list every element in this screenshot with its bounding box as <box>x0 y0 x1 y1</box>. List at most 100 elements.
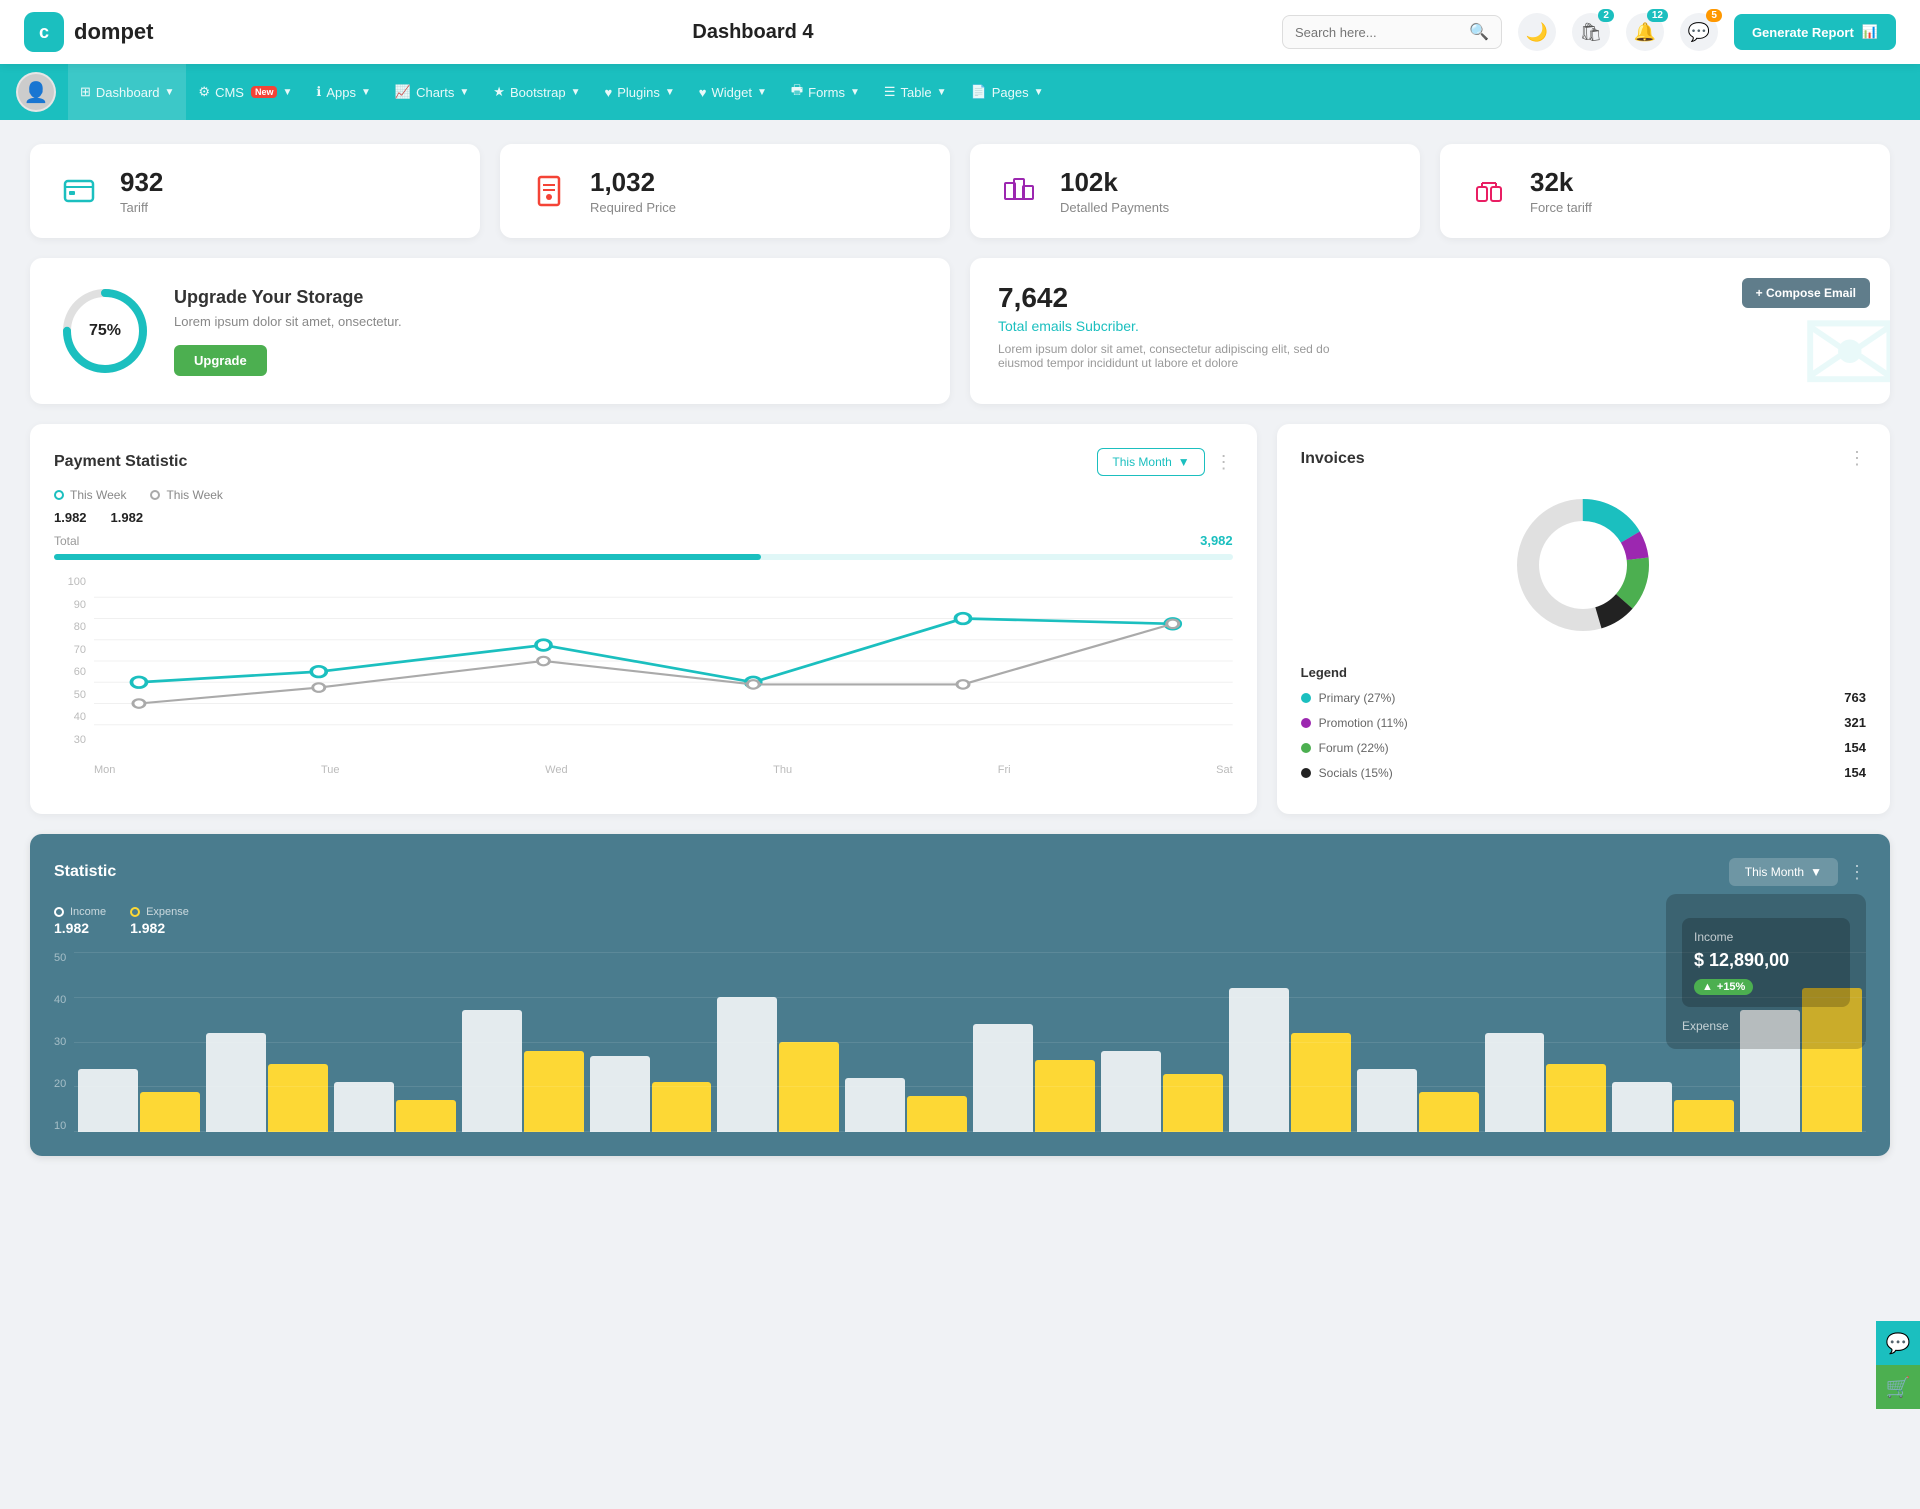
income-change-value: +15% <box>1717 981 1745 993</box>
detailed-payments-value: 102k <box>1060 167 1169 198</box>
cms-new-badge: New <box>251 86 278 98</box>
income-change-badge: ▲ +15% <box>1694 979 1753 995</box>
nav-item-apps[interactable]: ℹ Apps ▼ <box>304 64 383 120</box>
bar-yellow <box>779 1042 839 1132</box>
payment-this-month-button[interactable]: This Month ▼ <box>1097 448 1204 476</box>
float-chat-button[interactable]: 💬 <box>1876 1321 1920 1365</box>
page-title: Dashboard 4 <box>224 21 1282 44</box>
search-input[interactable] <box>1295 25 1461 40</box>
bar-white <box>717 997 777 1132</box>
payment-month-label: This Month <box>1112 455 1171 469</box>
bar-yellow <box>907 1096 967 1132</box>
nav-bar: 👤 ⊞ Dashboard ▼ ⚙ CMS New ▼ ℹ Apps ▼ 📈 C… <box>0 64 1920 120</box>
nav-item-bootstrap[interactable]: ★ Bootstrap ▼ <box>481 64 592 120</box>
income-box: Income $ 12,890,00 ▲ +15% <box>1682 918 1850 1007</box>
payment-options-icon[interactable]: ⋮ <box>1215 452 1233 473</box>
payment-progress-bar <box>54 554 1233 560</box>
shop-badge: 2 <box>1598 9 1614 22</box>
nav-item-plugins[interactable]: ♥ Plugins ▼ <box>593 64 687 120</box>
cms-icon: ⚙ <box>198 84 210 100</box>
forms-arrow-icon: ▼ <box>850 87 860 98</box>
socials-label: Socials (15%) <box>1319 766 1393 780</box>
email-card: + Compose Email 7,642 Total emails Subcr… <box>970 258 1890 404</box>
table-arrow-icon: ▼ <box>937 87 947 98</box>
logo-icon: c <box>24 12 64 52</box>
invoices-options-icon[interactable]: ⋮ <box>1848 448 1866 469</box>
income-box-label: Income <box>1694 930 1838 944</box>
bar-white <box>334 1082 394 1132</box>
statistic-bars-container <box>74 952 1866 1132</box>
invoices-title: Invoices <box>1301 450 1365 468</box>
storage-title: Upgrade Your Storage <box>174 287 402 308</box>
week1-dot <box>54 490 64 500</box>
force-tariff-value: 32k <box>1530 167 1592 198</box>
apps-icon: ℹ <box>316 84 321 100</box>
bar-yellow <box>652 1082 712 1132</box>
nav-item-cms[interactable]: ⚙ CMS New ▼ <box>186 64 304 120</box>
upgrade-button[interactable]: Upgrade <box>174 345 267 376</box>
invoices-card: Invoices ⋮ Legend <box>1277 424 1890 814</box>
nav-item-forms[interactable]: 🖶 Forms ▼ <box>779 64 872 120</box>
statistic-bars <box>74 952 1866 1132</box>
email-subtitle: Total emails Subcriber. <box>998 318 1862 334</box>
nav-item-dashboard[interactable]: ⊞ Dashboard ▼ <box>68 64 186 120</box>
required-price-icon <box>524 166 574 216</box>
tariff-label: Tariff <box>120 200 163 215</box>
shop-icon-button[interactable]: 🛍 2 <box>1572 13 1610 51</box>
donut-chart <box>1301 485 1866 645</box>
week1-label: This Week <box>70 488 126 502</box>
bar-group <box>334 1082 456 1132</box>
nav-item-pages[interactable]: 📄 Pages ▼ <box>959 64 1056 120</box>
bar-yellow <box>524 1051 584 1132</box>
payment-title: Payment Statistic <box>54 453 187 471</box>
moon-toggle-button[interactable]: 🌙 <box>1518 13 1556 51</box>
expense-legend-label: Expense <box>146 906 189 918</box>
float-cart-button[interactable]: 🛒 <box>1876 1365 1920 1409</box>
stat-card-force-tariff: 32k Force tariff <box>1440 144 1890 238</box>
charts-icon: 📈 <box>395 84 411 100</box>
forms-label: Forms <box>808 85 845 100</box>
nav-item-table[interactable]: ☰ Table ▼ <box>872 64 959 120</box>
payment-card: Payment Statistic This Month ▼ ⋮ This We… <box>30 424 1257 814</box>
forum-count: 154 <box>1844 740 1866 755</box>
chart-row: Payment Statistic This Month ▼ ⋮ This We… <box>30 424 1890 814</box>
bar-yellow <box>1291 1033 1351 1132</box>
notification-badge: 12 <box>1647 9 1668 22</box>
statistic-y-labels: 50 40 30 20 10 <box>54 952 74 1132</box>
week1-value: 1.982 <box>54 510 87 525</box>
bar-yellow <box>1163 1074 1223 1132</box>
nav-item-charts[interactable]: 📈 Charts ▼ <box>383 64 481 120</box>
table-icon: ☰ <box>884 84 896 100</box>
chart-x-labels: Mon Tue Wed Thu Fri Sat <box>94 764 1233 776</box>
required-price-value: 1,032 <box>590 167 676 198</box>
widget-label: Widget <box>711 85 751 100</box>
force-tariff-icon <box>1464 166 1514 216</box>
bar-group <box>717 997 839 1132</box>
generate-report-button[interactable]: Generate Report 📊 <box>1734 14 1896 50</box>
charts-label: Charts <box>416 85 454 100</box>
pages-icon: 📄 <box>971 84 987 100</box>
messages-button[interactable]: 💬 5 <box>1680 13 1718 51</box>
storage-info: Upgrade Your Storage Lorem ipsum dolor s… <box>174 287 402 376</box>
pages-label: Pages <box>992 85 1029 100</box>
logo-area: c dompet <box>24 12 224 52</box>
bar-group <box>590 1056 712 1132</box>
dashboard-label: Dashboard <box>96 85 160 100</box>
stat-card-detailed-payments: 102k Detalled Payments <box>970 144 1420 238</box>
nav-item-widget[interactable]: ♥ Widget ▼ <box>687 64 779 120</box>
search-box[interactable]: 🔍 <box>1282 15 1502 49</box>
middle-row: 75% Upgrade Your Storage Lorem ipsum dol… <box>30 258 1890 404</box>
statistic-options-icon[interactable]: ⋮ <box>1848 862 1866 883</box>
bootstrap-label: Bootstrap <box>510 85 566 100</box>
statistic-month-button[interactable]: This Month ▼ <box>1729 858 1838 886</box>
header-right: 🔍 🌙 🛍 2 🔔 12 💬 5 Generate Report 📊 <box>1282 13 1896 51</box>
bootstrap-arrow-icon: ▼ <box>571 87 581 98</box>
total-value: 3,982 <box>1200 533 1233 548</box>
bar-yellow <box>1035 1060 1095 1132</box>
widget-icon: ♥ <box>699 85 707 100</box>
notification-bell-button[interactable]: 🔔 12 <box>1626 13 1664 51</box>
storage-desc: Lorem ipsum dolor sit amet, onsectetur. <box>174 314 402 329</box>
nav-avatar: 👤 <box>16 72 56 112</box>
bar-group <box>206 1033 328 1132</box>
force-tariff-text: 32k Force tariff <box>1530 167 1592 215</box>
